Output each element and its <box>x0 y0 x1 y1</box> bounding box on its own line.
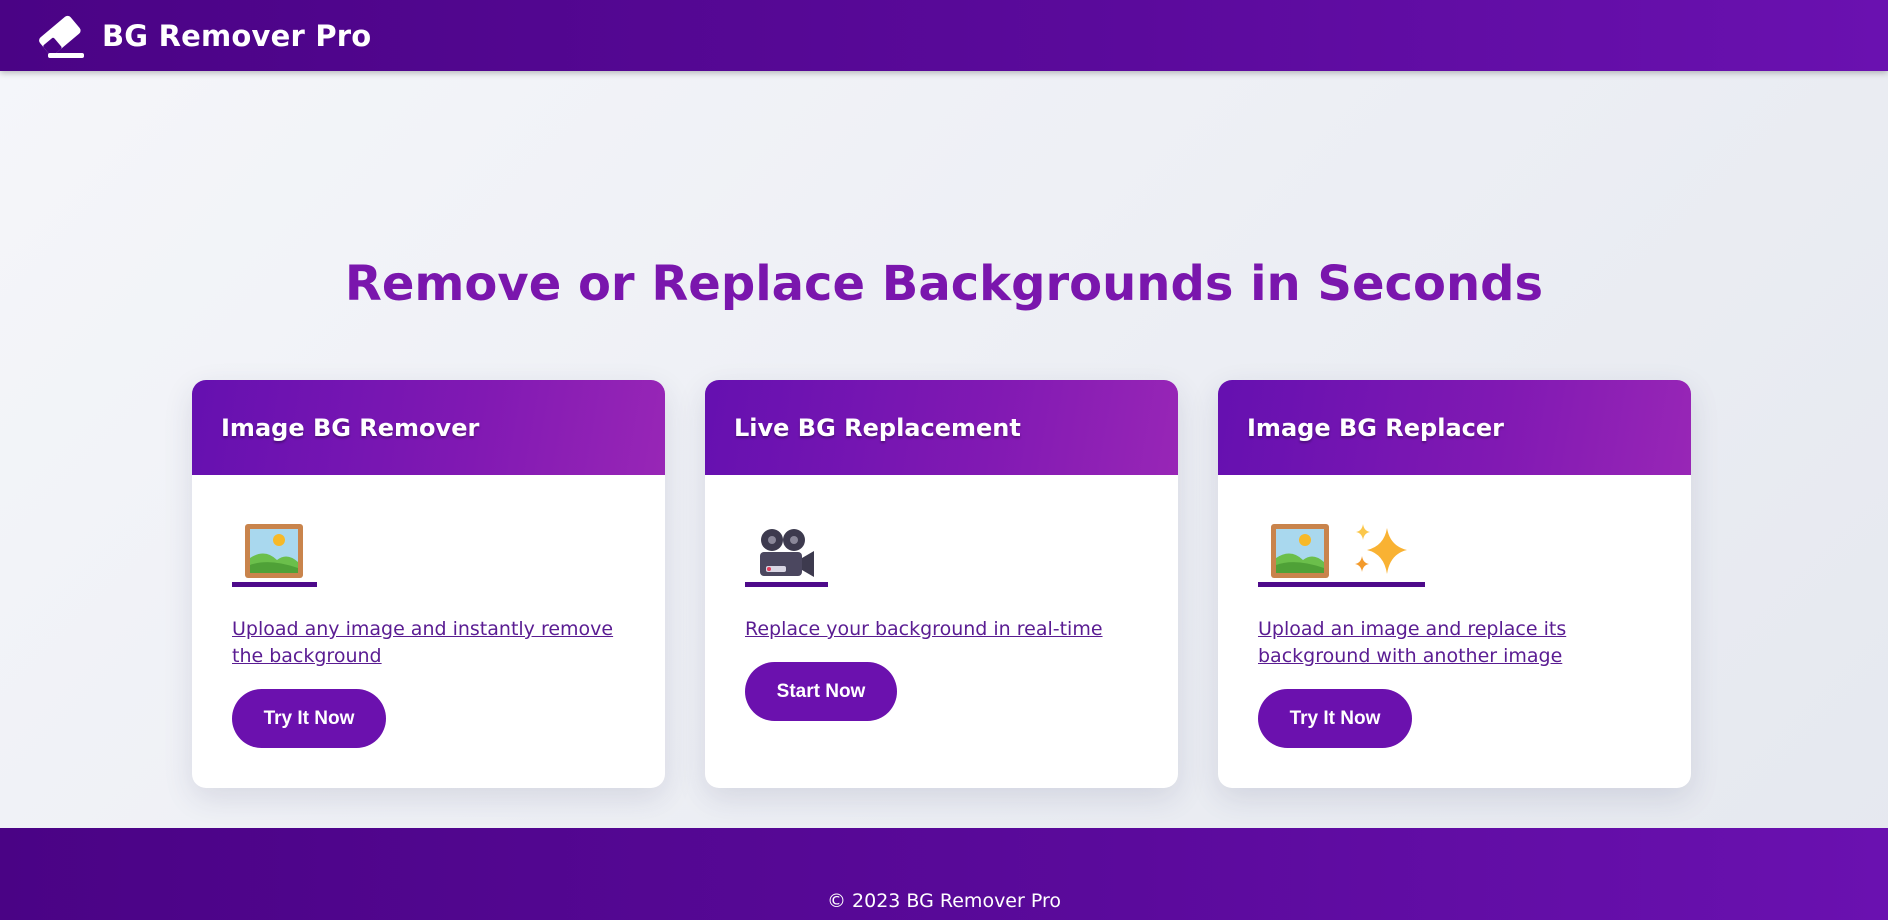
card-live-bg-replacement: Live BG Replacement Replace your backgro… <box>705 380 1178 788</box>
top-navbar: BG Remover Pro <box>0 0 1888 71</box>
copyright-text: © 2023 BG Remover Pro <box>827 890 1061 912</box>
card-description-link[interactable]: Upload any image and instantly remove th… <box>232 616 632 670</box>
card-description-link[interactable]: Upload an image and replace its backgrou… <box>1258 616 1658 670</box>
movie-camera-icon <box>760 529 814 577</box>
eraser-icon[interactable] <box>36 13 88 59</box>
card-image-bg-replacer: Image BG Replacer Upload an image and re… <box>1218 380 1691 788</box>
card-title: Image BG Replacer <box>1247 413 1504 442</box>
card-header: Image BG Remover <box>192 380 665 475</box>
framed-picture-icon <box>245 524 303 578</box>
card-header: Live BG Replacement <box>705 380 1178 475</box>
start-now-button[interactable]: Start Now <box>745 662 897 721</box>
card-icon-row <box>232 524 317 587</box>
footer: © 2023 BG Remover Pro <box>0 828 1888 920</box>
framed-picture-icon <box>1271 524 1329 578</box>
brand-name[interactable]: BG Remover Pro <box>102 19 371 53</box>
card-header: Image BG Replacer <box>1218 380 1691 475</box>
card-title: Live BG Replacement <box>734 413 1021 442</box>
card-title: Image BG Remover <box>221 413 480 442</box>
sparkles-icon <box>1355 524 1407 574</box>
card-icon-row <box>745 527 828 587</box>
try-it-now-button[interactable]: Try It Now <box>1258 689 1412 748</box>
card-icon-row <box>1258 524 1425 587</box>
try-it-now-button[interactable]: Try It Now <box>232 689 386 748</box>
card-image-bg-remover: Image BG Remover Upload any image and in… <box>192 380 665 788</box>
page-headline: Remove or Replace Backgrounds in Seconds <box>344 256 1544 312</box>
card-description-link[interactable]: Replace your background in real-time <box>745 616 1145 643</box>
